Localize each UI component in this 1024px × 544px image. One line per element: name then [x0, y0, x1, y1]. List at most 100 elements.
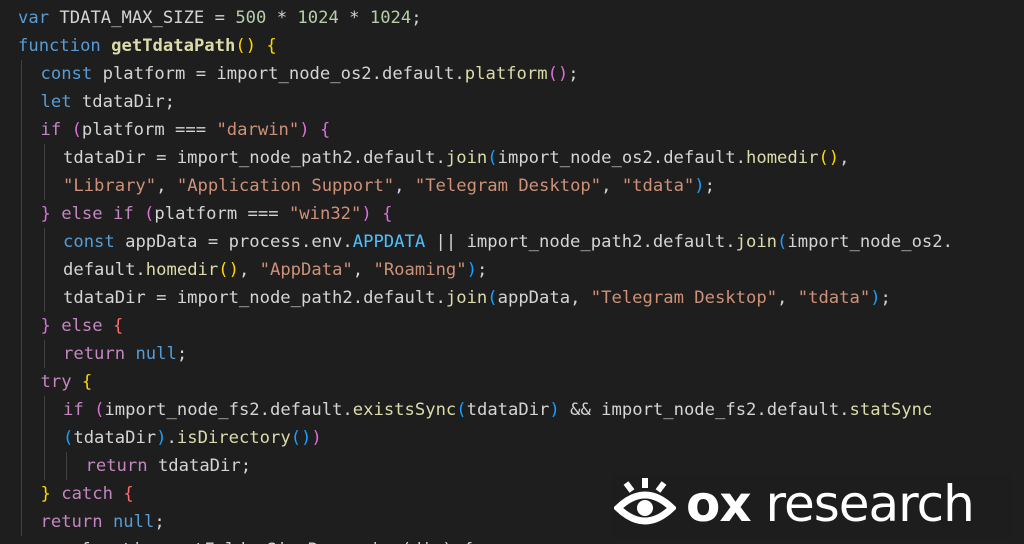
code-token: } — [40, 316, 51, 336]
code-token: const — [40, 64, 93, 84]
code-token: "win32" — [288, 204, 362, 224]
code-token: , — [352, 260, 374, 280]
code-token: APPDATA — [352, 232, 426, 252]
code-line: var TDATA_MAX_SIZE = 500 * 1024 * 1024; — [18, 4, 422, 32]
code-token: "Application Support" — [176, 176, 395, 196]
code-token: ( — [63, 428, 74, 448]
code-token: join — [445, 288, 488, 308]
code-line: (tdataDir).isDirectory()) — [63, 424, 322, 452]
code-token: tdataDir = import_node_path2.default. — [63, 288, 446, 308]
code-token: appData = process.env. — [114, 232, 353, 252]
code-token: () — [235, 36, 257, 56]
code-token: ( — [487, 148, 498, 168]
brand-research: research — [750, 475, 975, 533]
code-line: default.homedir(), "AppData", "Roaming")… — [63, 256, 487, 284]
code-token: ; — [476, 260, 488, 280]
indent-guide — [66, 452, 67, 480]
code-token: * — [338, 8, 370, 28]
code-token: ; — [880, 288, 891, 308]
code-token: ) — [361, 204, 372, 224]
code-token: && import_node_fs2.default. — [559, 400, 850, 420]
code-token: ) — [549, 400, 560, 420]
eye-icon — [614, 478, 676, 525]
code-token: import_node_os2. — [787, 232, 953, 252]
code-token: "Roaming" — [373, 260, 467, 280]
code-token: catch — [61, 484, 113, 504]
code-token: const — [63, 232, 115, 252]
code-token: platform = import_node_os2.default. — [92, 64, 465, 84]
code-token: 500 — [235, 8, 267, 28]
code-token: "tdata" — [621, 176, 695, 196]
code-token: platform === — [154, 204, 289, 224]
code-token: join — [445, 148, 488, 168]
code-token: if — [40, 120, 62, 140]
code-token: 1024 — [369, 8, 412, 28]
code-token: "Library" — [63, 176, 157, 196]
code-token: { — [123, 484, 134, 504]
code-line: let tdataDir; — [41, 88, 176, 116]
code-token: , — [238, 260, 260, 280]
code-token: () — [547, 64, 569, 84]
code-token: TDATA_MAX_SIZE = — [49, 8, 236, 28]
code-line: if (platform === "darwin") { — [41, 116, 331, 144]
code-token: ( — [71, 120, 82, 140]
code-token: () — [290, 428, 312, 448]
code-token: statSync — [849, 400, 933, 420]
code-token: , — [601, 176, 622, 196]
code-token: ) — [156, 428, 167, 448]
code-token: ) — [466, 260, 477, 280]
code-token: { — [266, 36, 277, 56]
code-token: , — [156, 176, 177, 196]
code-token: () — [818, 148, 840, 168]
code-token: tdataDir — [73, 428, 157, 448]
code-line: return null; — [63, 340, 187, 368]
code-token: } — [40, 484, 51, 504]
code-token: platform — [464, 64, 548, 84]
code-token: var — [18, 8, 50, 28]
code-token: || import_node_path2.default. — [425, 232, 736, 252]
code-token: platform === — [81, 120, 217, 140]
code-token: { — [382, 204, 393, 224]
code-token: ) — [694, 176, 705, 196]
indent-guide — [43, 396, 45, 480]
code-token: try — [40, 372, 72, 392]
code-line: function getTdataPath() { — [18, 32, 277, 60]
code-token: * — [266, 8, 298, 28]
code-token: } — [40, 204, 51, 224]
code-token: ( — [456, 400, 467, 420]
code-token: () — [218, 260, 239, 280]
code-token: ( — [487, 288, 498, 308]
code-line: } catch { — [41, 480, 134, 508]
code-line: } else { — [41, 312, 124, 340]
code-token: ; — [176, 344, 188, 364]
code-token: null — [135, 344, 177, 364]
code-token: return — [40, 512, 103, 532]
code-token: isDirectory — [176, 428, 291, 448]
indent-guide — [43, 228, 45, 312]
code-token: homedir — [145, 260, 219, 280]
code-token: "tdata" — [797, 288, 871, 308]
code-token: tdataDir = import_node_path2.default. — [63, 148, 446, 168]
code-token: , — [394, 176, 415, 196]
code-token: , — [839, 148, 850, 168]
code-token: "Telegram Desktop" — [414, 176, 602, 196]
code-editor[interactable]: var TDATA_MAX_SIZE = 500 * 1024 * 1024; f… — [0, 0, 1024, 544]
code-token: if — [112, 204, 134, 224]
code-line: if (import_node_fs2.default.existsSync(t… — [63, 396, 932, 424]
code-token: ) — [870, 288, 881, 308]
code-token: default. — [63, 260, 146, 280]
indent-guide — [43, 340, 45, 368]
brand-ox: ox — [686, 475, 752, 533]
brand-logo: ox research — [686, 474, 975, 534]
code-token: ) — [299, 120, 310, 140]
